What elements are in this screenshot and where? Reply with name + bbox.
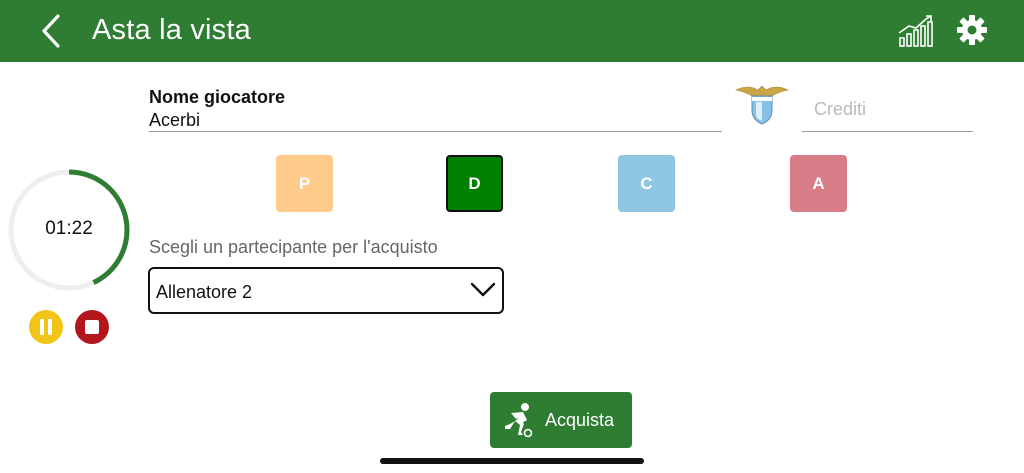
player-name-label: Nome giocatore bbox=[149, 87, 286, 107]
role-label: D bbox=[468, 173, 481, 193]
pause-icon bbox=[40, 319, 52, 335]
stats-button[interactable] bbox=[896, 13, 936, 49]
page-title: Asta la vista bbox=[92, 14, 251, 46]
top-app-bar: Asta la vista bbox=[0, 0, 1024, 62]
role-label: C bbox=[640, 173, 653, 193]
credits-input[interactable] bbox=[802, 92, 972, 126]
participant-select[interactable]: Allenatore 2 bbox=[148, 267, 504, 314]
countdown-time: 01:22 bbox=[45, 218, 93, 239]
settings-button[interactable] bbox=[955, 13, 989, 47]
player-name-field[interactable]: Acerbi bbox=[149, 110, 200, 131]
role-button-p[interactable]: P bbox=[276, 155, 333, 212]
role-button-d[interactable]: D bbox=[446, 155, 503, 212]
buy-button-label: Acquista bbox=[545, 410, 615, 430]
back-button[interactable] bbox=[36, 12, 70, 50]
bar-chart-trend-icon bbox=[898, 15, 933, 47]
role-label: P bbox=[298, 173, 311, 193]
home-indicator bbox=[380, 458, 644, 464]
role-button-c[interactable]: C bbox=[618, 155, 675, 212]
soccer-player-kick-icon bbox=[505, 403, 533, 438]
role-button-a[interactable]: A bbox=[790, 155, 847, 212]
chevron-down-icon bbox=[470, 282, 496, 297]
buy-button[interactable]: Acquista bbox=[490, 392, 632, 448]
stop-button[interactable] bbox=[75, 310, 109, 344]
participant-selected-value: Allenatore 2 bbox=[156, 282, 253, 302]
gear-icon bbox=[957, 15, 987, 45]
pause-button[interactable] bbox=[29, 310, 63, 344]
chevron-left-icon bbox=[42, 14, 60, 48]
participant-label: Scegli un partecipante per l'acquisto bbox=[149, 237, 438, 257]
player-name-underline bbox=[149, 131, 722, 132]
lazio-crest-icon bbox=[735, 85, 789, 125]
stop-icon bbox=[85, 320, 99, 334]
role-label: A bbox=[812, 173, 825, 193]
credits-underline bbox=[802, 131, 973, 132]
